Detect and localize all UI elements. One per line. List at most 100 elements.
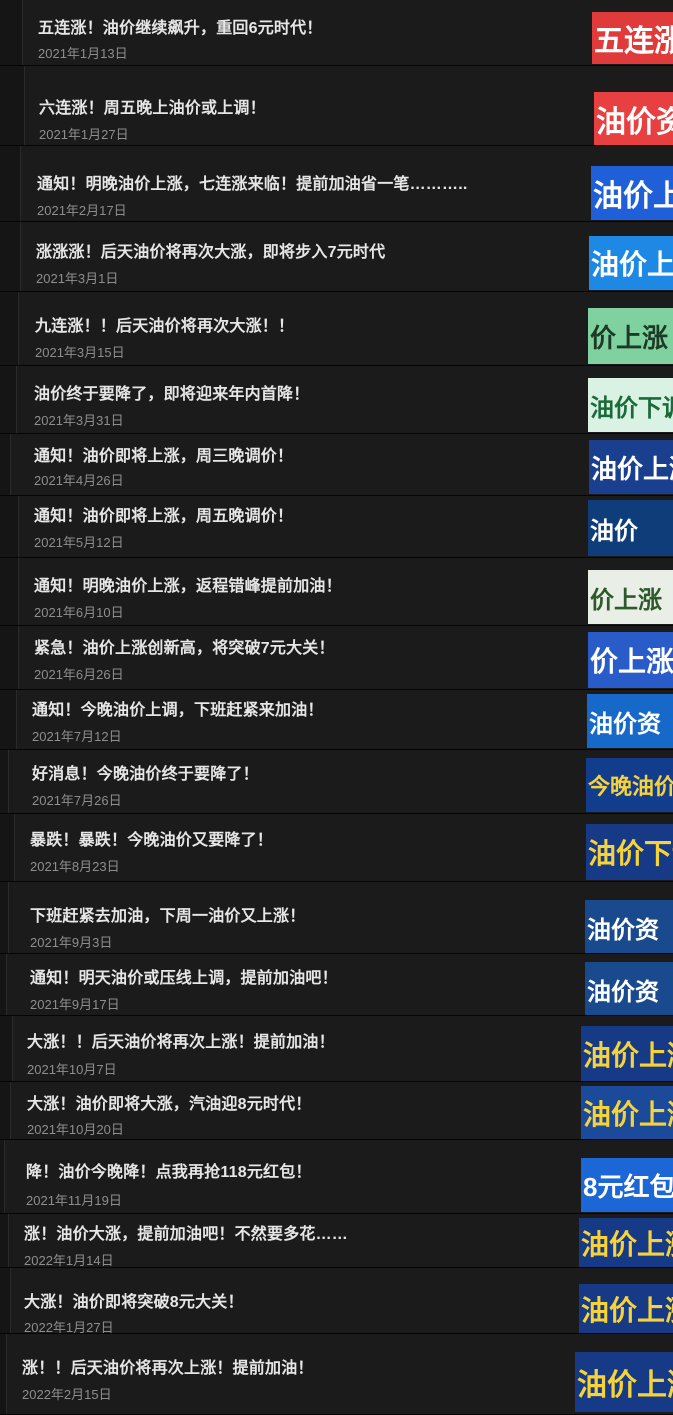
article-date: 2022年1月14日: [24, 1253, 114, 1268]
article-date: 2021年4月26日: [34, 473, 124, 488]
article-date: 2021年8月23日: [30, 859, 120, 874]
article-thumbnail[interactable]: 8元红包!: [581, 1158, 673, 1212]
article-row[interactable]: 暴跌！暴跌！今晚油价又要降了！ 2021年8月23日 油价下调: [0, 814, 673, 882]
article-row[interactable]: 通知！油价即将上涨，周三晚调价！ 2021年4月26日 油价上涨: [0, 434, 673, 496]
article-row[interactable]: 涨！油价大涨，提前加油吧！不然要多花…… 2022年1月14日 油价上涨: [0, 1214, 673, 1268]
article-row[interactable]: 九连涨！！后天油价将再次大涨！！ 2021年3月15日 价上涨: [0, 292, 673, 366]
article-row[interactable]: 下班赶紧去加油，下周一油价又上涨！ 2021年9月3日 油价资: [0, 882, 673, 954]
article-title[interactable]: 大涨！油价即将突破8元大关！: [24, 1288, 244, 1312]
article-row[interactable]: 降！油价今晚降！点我再抢118元红包！ 2021年11月19日 8元红包!: [0, 1140, 673, 1214]
article-title[interactable]: 下班赶紧去加油，下周一油价又上涨！: [30, 902, 305, 926]
thumbnail-text: 油价资讯: [596, 106, 673, 139]
article-thumbnail[interactable]: 油价上涨: [589, 236, 673, 290]
thumbnail-text: 油价上涨: [591, 453, 673, 484]
article-title[interactable]: 通知！油价即将上涨，周三晚调价！: [34, 442, 293, 466]
article-date: 2021年10月20日: [27, 1122, 124, 1137]
thumbnail-text: 油价上涨: [591, 249, 673, 280]
article-title[interactable]: 通知！明晚油价上涨，返程错峰提前加油！: [34, 572, 342, 596]
article-row[interactable]: 紧急！油价上涨创新高，将突破7元大关！ 2021年6月26日 价上涨: [0, 626, 673, 690]
article-date: 2021年9月17日: [30, 997, 120, 1012]
article-thumbnail[interactable]: 油价上涨: [581, 1086, 673, 1139]
article-date: 2021年7月26日: [32, 793, 122, 808]
article-title[interactable]: 涨！油价大涨，提前加油吧！不然要多花……: [24, 1220, 348, 1244]
article-row[interactable]: 通知！明晚油价上涨，七连涨来临！提前加油省一笔……….. 2021年2月17日 …: [0, 146, 673, 222]
article-thumbnail[interactable]: 油价下调: [588, 378, 673, 432]
article-title[interactable]: 六连涨！周五晚上油价或上调！: [39, 94, 266, 118]
article-title[interactable]: 通知！油价即将上涨，周五晚调价！: [34, 502, 293, 526]
article-row[interactable]: 五连涨！油价继续飙升，重回6元时代！ 2021年1月13日 五连涨: [0, 0, 673, 66]
article-date: 2021年10月7日: [27, 1062, 117, 1077]
article-thumbnail[interactable]: 油价下调: [586, 824, 673, 880]
thumbnail-text: 今晚油价下: [588, 774, 673, 799]
article-thumbnail[interactable]: 油价资: [587, 694, 673, 748]
article-title[interactable]: 五连涨！油价继续飙升，重回6元时代！: [38, 14, 323, 38]
article-title[interactable]: 大涨！！后天油价将再次上涨！提前加油！: [27, 1028, 335, 1052]
article-thumbnail[interactable]: 油价资: [585, 900, 673, 953]
article-date: 2021年6月26日: [34, 667, 124, 682]
article-row[interactable]: 涨涨涨！后天油价将再次大涨，即将步入7元时代 2021年3月1日 油价上涨: [0, 222, 673, 292]
article-feed: 五连涨！油价继续飙升，重回6元时代！ 2021年1月13日 五连涨 六连涨！周五…: [0, 0, 673, 1415]
thumbnail-text: 五连涨: [594, 25, 673, 58]
article-thumbnail[interactable]: 油价上涨: [575, 1352, 673, 1412]
article-title[interactable]: 降！油价今晚降！点我再抢118元红包！: [26, 1158, 312, 1182]
article-thumbnail[interactable]: 价上涨: [588, 570, 673, 624]
article-title[interactable]: 油价终于要降了，即将迎来年内首降！: [34, 380, 309, 404]
article-row[interactable]: 通知！明天油价或压线上调，提前加油吧！ 2021年9月17日 油价资: [0, 954, 673, 1016]
article-row[interactable]: 通知！今晚油价上调，下班赶紧来加油！ 2021年7月12日 油价资: [0, 690, 673, 750]
thumbnail-text: 油价资: [589, 710, 661, 738]
article-title[interactable]: 好消息！今晚油价终于要降了！: [32, 760, 259, 784]
article-date: 2021年2月17日: [37, 203, 127, 218]
article-title[interactable]: 暴跌！暴跌！今晚油价又要降了！: [30, 826, 273, 850]
article-thumbnail[interactable]: 价上涨: [588, 308, 673, 364]
article-date: 2021年3月1日: [36, 271, 119, 286]
article-row[interactable]: 通知！油价即将上涨，周五晚调价！ 2021年5月12日 油价: [0, 496, 673, 558]
article-title[interactable]: 通知！明天油价或压线上调，提前加油吧！: [30, 964, 338, 988]
thumbnail-text: 油价下调: [590, 394, 673, 422]
thumbnail-text: 油价资: [587, 978, 659, 1006]
article-title[interactable]: 紧急！油价上涨创新高，将突破7元大关！: [34, 634, 335, 658]
article-thumbnail[interactable]: 油价上涨: [579, 1284, 673, 1333]
thumbnail-text: 8元红包!: [583, 1171, 673, 1202]
article-date: 2022年2月15日: [22, 1387, 112, 1402]
article-row[interactable]: 六连涨！周五晚上油价或上调！ 2021年1月27日 油价资讯: [0, 66, 673, 146]
article-row[interactable]: 大涨！！后天油价将再次上涨！提前加油！ 2021年10月7日 油价上涨: [0, 1016, 673, 1082]
article-row[interactable]: 涨！！后天油价将再次上涨！提前加油！ 2022年2月15日 油价上涨: [0, 1334, 673, 1415]
article-title[interactable]: 通知！明晚油价上涨，七连涨来临！提前加油省一笔………..: [37, 170, 468, 194]
article-date: 2021年6月10日: [34, 605, 124, 620]
article-thumbnail[interactable]: 价上涨: [588, 632, 673, 688]
article-title[interactable]: 九连涨！！后天油价将再次大涨！！: [35, 312, 294, 336]
thumbnail-text: 油价上涨: [581, 1295, 673, 1326]
thumbnail-text: 油价上涨: [581, 1229, 673, 1260]
article-title[interactable]: 通知！今晚油价上调，下班赶紧来加油！: [32, 696, 324, 720]
article-title[interactable]: 涨涨涨！后天油价将再次大涨，即将步入7元时代: [36, 238, 385, 262]
thumbnail-text: 价上涨: [590, 322, 669, 353]
article-title[interactable]: 涨！！后天油价将再次上涨！提前加油！: [22, 1354, 314, 1378]
article-date: 2021年1月13日: [38, 46, 128, 61]
article-date: 2021年5月12日: [34, 535, 124, 550]
thumbnail-text: 油价上: [593, 180, 673, 213]
article-date: 2021年11月19日: [26, 1193, 122, 1208]
thumbnail-text: 价上涨: [590, 586, 662, 614]
article-row[interactable]: 大涨！油价即将突破8元大关！ 2022年1月27日 油价上涨: [0, 1268, 673, 1334]
article-date: 2022年1月27日: [24, 1320, 114, 1334]
article-date: 2021年9月3日: [30, 935, 113, 950]
article-thumbnail[interactable]: 五连涨: [592, 12, 673, 64]
article-thumbnail[interactable]: 油价上涨: [581, 1026, 673, 1081]
article-thumbnail[interactable]: 油价上涨: [579, 1218, 673, 1267]
article-thumbnail[interactable]: 油价: [588, 500, 673, 556]
article-row[interactable]: 大涨！油价即将大涨，汽油迎8元时代！ 2021年10月20日 油价上涨: [0, 1082, 673, 1140]
article-row[interactable]: 油价终于要降了，即将迎来年内首降！ 2021年3月31日 油价下调: [0, 366, 673, 434]
thumbnail-text: 油价上涨: [583, 1099, 673, 1130]
article-thumbnail[interactable]: 今晚油价下: [586, 758, 673, 812]
thumbnail-text: 油价上涨: [577, 1369, 673, 1402]
thumbnail-text: 价上涨: [590, 646, 673, 677]
article-thumbnail[interactable]: 油价资: [585, 962, 673, 1015]
article-row[interactable]: 通知！明晚油价上涨，返程错峰提前加油！ 2021年6月10日 价上涨: [0, 558, 673, 626]
article-thumbnail[interactable]: 油价资讯: [594, 92, 673, 145]
thumbnail-text: 油价上涨: [583, 1040, 673, 1071]
article-title[interactable]: 大涨！油价即将大涨，汽油迎8元时代！: [27, 1090, 312, 1114]
thumbnail-text: 油价下调: [588, 838, 673, 869]
article-row[interactable]: 好消息！今晚油价终于要降了！ 2021年7月26日 今晚油价下: [0, 750, 673, 814]
article-thumbnail[interactable]: 油价上涨: [589, 440, 673, 494]
article-thumbnail[interactable]: 油价上: [591, 166, 673, 220]
